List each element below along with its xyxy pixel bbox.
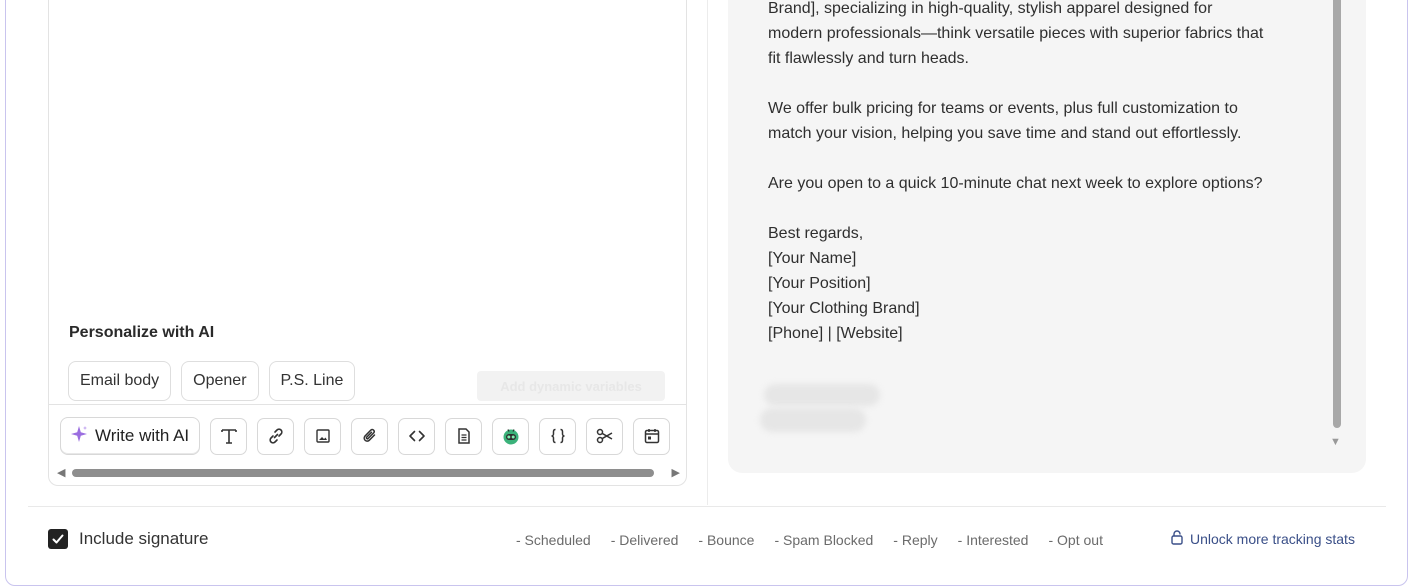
personalize-chips: Email body Opener P.S. Line <box>68 361 356 401</box>
add-dynamic-variables-button[interactable]: Add dynamic variables <box>477 371 665 401</box>
stat-interested: - Interested <box>957 532 1029 548</box>
robot-icon[interactable] <box>492 417 530 455</box>
preview-body: Brand], specializing in high-quality, st… <box>768 0 1328 346</box>
preview-line: Brand], specializing in high-quality, st… <box>768 0 1213 17</box>
write-with-ai-button[interactable]: Write with AI <box>60 417 201 455</box>
stat-spam-blocked: - Spam Blocked <box>774 532 874 548</box>
lock-icon <box>1170 529 1184 548</box>
braces-icon[interactable] <box>539 417 577 455</box>
opener-chip[interactable]: Opener <box>181 361 259 401</box>
stat-scheduled: - Scheduled <box>516 532 591 548</box>
code-icon[interactable] <box>398 417 436 455</box>
scroll-down-icon[interactable]: ▼ <box>1330 436 1341 448</box>
toolbar-divider <box>49 404 686 405</box>
preview-line: [Your Position] <box>768 275 871 292</box>
preview-line: Are you open to a quick 10-minute chat n… <box>768 175 1263 192</box>
footer-divider <box>28 506 1386 507</box>
preview-line: match your vision, helping you save time… <box>768 125 1242 142</box>
document-icon[interactable] <box>445 417 483 455</box>
scroll-left-icon[interactable]: ◀ <box>57 466 65 479</box>
stat-bounce: - Bounce <box>698 532 755 548</box>
vertical-scroll-thumb[interactable] <box>1333 0 1341 428</box>
checkmark-icon <box>52 534 64 544</box>
email-editor[interactable]: Personalize with AI Email body Opener P.… <box>48 0 687 486</box>
stat-reply: - Reply <box>893 532 938 548</box>
panel-divider <box>707 0 708 505</box>
stat-delivered: - Delivered <box>610 532 679 548</box>
ps-line-chip[interactable]: P.S. Line <box>268 361 356 401</box>
preview-line: [Phone] | [Website] <box>768 325 903 342</box>
vertical-scrollbar[interactable] <box>1331 0 1341 430</box>
preview-line: Best regards, <box>768 225 864 242</box>
preview-line <box>768 146 1328 171</box>
preview-line: [Your Clothing Brand] <box>768 300 920 317</box>
preview-line <box>768 71 1328 96</box>
blurred-signature <box>764 384 880 406</box>
include-signature-control[interactable]: Include signature <box>48 529 208 549</box>
email-body-chip[interactable]: Email body <box>68 361 172 401</box>
horizontal-scrollbar[interactable]: ◀ ▶ <box>55 466 682 480</box>
attachment-icon[interactable] <box>351 417 389 455</box>
blurred-signature <box>760 408 866 432</box>
calendar-icon[interactable] <box>633 417 671 455</box>
stat-opt-out: - Opt out <box>1048 532 1103 548</box>
scissors-icon[interactable] <box>586 417 624 455</box>
write-with-ai-label: Write with AI <box>95 426 190 445</box>
unlock-tracking-stats-link[interactable]: Unlock more tracking stats <box>1170 529 1355 548</box>
personalize-title: Personalize with AI <box>69 324 215 341</box>
scroll-thumb[interactable] <box>72 469 654 477</box>
scroll-right-icon[interactable]: ▶ <box>672 466 680 479</box>
link-icon[interactable] <box>257 417 295 455</box>
text-format-icon[interactable] <box>210 417 248 455</box>
signature-checkbox[interactable] <box>48 529 68 549</box>
tracking-stats: - Scheduled - Delivered - Bounce - Spam … <box>516 532 1103 548</box>
sparkle-icon <box>69 424 89 449</box>
preview-line: We offer bulk pricing for teams or event… <box>768 100 1238 117</box>
editor-toolbar: Write with AI <box>60 417 671 455</box>
include-signature-label: Include signature <box>79 529 209 548</box>
preview-line <box>768 196 1328 221</box>
preview-line: modern professionals—think versatile pie… <box>768 25 1264 42</box>
image-icon[interactable] <box>304 417 342 455</box>
unlock-label: Unlock more tracking stats <box>1190 530 1355 547</box>
preview-line: fit flawlessly and turn heads. <box>768 50 969 67</box>
preview-line: [Your Name] <box>768 250 857 267</box>
